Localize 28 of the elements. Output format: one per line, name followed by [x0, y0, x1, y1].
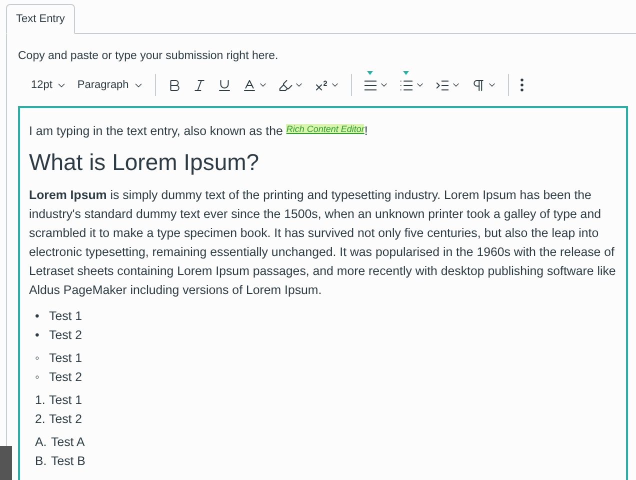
- list-item: A. Test A: [34, 434, 86, 451]
- block-format-dropdown[interactable]: Paragraph: [72, 75, 149, 95]
- direction-icon: [470, 78, 486, 92]
- list-item: ◦ Test 2: [34, 369, 84, 386]
- list-icon: [398, 78, 414, 92]
- text-color-icon: [242, 78, 257, 92]
- align-icon: [362, 78, 378, 92]
- more-icon: [520, 78, 524, 92]
- heading: What is Lorem Ipsum?: [29, 148, 260, 177]
- rich-text-editor[interactable]: [18, 106, 628, 480]
- font-size-dropdown[interactable]: 12pt: [26, 75, 72, 95]
- list-item: B. Test B: [34, 453, 86, 470]
- italic-icon: [192, 78, 207, 92]
- list-item: • Test 2: [34, 327, 84, 344]
- tab[interactable]: Text Entry: [6, 4, 75, 34]
- list-item: 1. Test 1: [34, 392, 84, 409]
- paragraph: Lorem Ipsum is simply dummy text of the printing and typesetting industry. Lorem Ipsum has been the industry's standard dummy text ever since the 1500s, when an unknown printer took a galley of type and scrambled it to make a type specimen book. It has survived not only five centuries, but also the leap into electronic typesetting, remaining essentially unchanged. It was popularised in the 1960s with the release of Letraset sheets containing Lorem Ipsum passages, and more recently with desktop publishing software like Aldus PageMaker including versions of Lorem Ipsum.: [29, 187, 617, 299]
- underline-icon: [216, 78, 232, 92]
- list-item: ◦ Test 1: [34, 350, 84, 367]
- superscript-icon: [314, 78, 329, 92]
- indicator-icon: [366, 70, 373, 74]
- instruction-text: Copy and paste or type your submission right here.: [18, 50, 280, 62]
- indent-icon: [434, 78, 450, 92]
- indicator-icon: [402, 70, 409, 74]
- list-item: 2. Test 2: [34, 411, 84, 428]
- highlight-icon: [278, 78, 293, 92]
- scrollbar-thumb[interactable]: [0, 446, 12, 480]
- list-item: • Test 1: [34, 308, 84, 325]
